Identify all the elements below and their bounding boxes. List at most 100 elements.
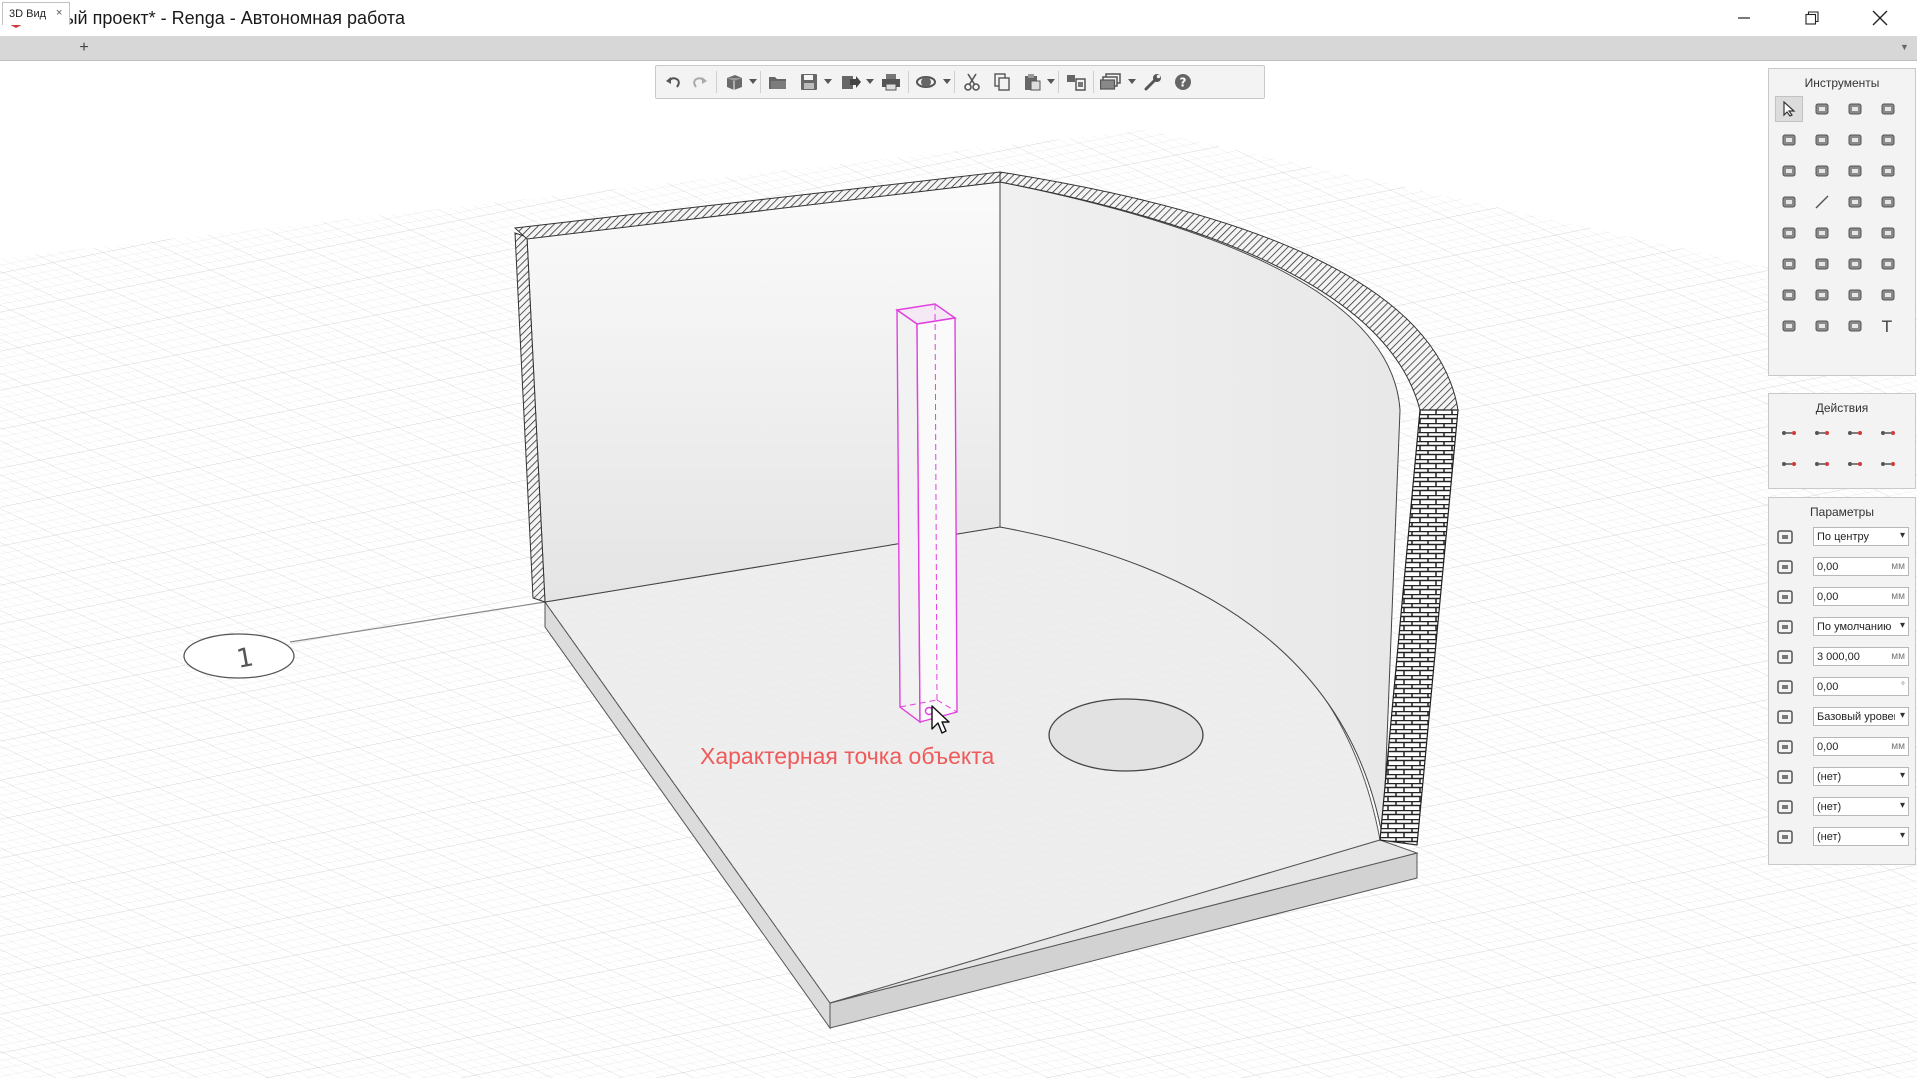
column-selected[interactable] xyxy=(895,303,958,724)
export-button[interactable] xyxy=(838,70,864,94)
action-rotate[interactable] xyxy=(1775,451,1803,477)
param-select[interactable]: Базовый уровень ▾ xyxy=(1813,707,1909,726)
cut-button[interactable] xyxy=(959,70,985,94)
paste-button[interactable] xyxy=(1019,70,1045,94)
material-icon xyxy=(1777,770,1793,784)
chevron-down-icon[interactable] xyxy=(749,78,757,86)
tab-3d-view[interactable]: 3D Вид × xyxy=(2,2,70,25)
tab-list-chevron-icon[interactable]: ▼ xyxy=(1900,42,1909,52)
undo-button[interactable] xyxy=(660,70,686,94)
chevron-down-icon[interactable] xyxy=(866,78,874,86)
tool-electric[interactable] xyxy=(1841,251,1869,277)
chevron-down-icon[interactable] xyxy=(824,78,832,86)
layers-button[interactable] xyxy=(1098,70,1124,94)
param-select[interactable]: По умолчанию ▾ xyxy=(1813,617,1909,636)
route-icon xyxy=(1881,258,1895,270)
param-value: Базовый уровень xyxy=(1817,711,1895,723)
help-button[interactable]: ? xyxy=(1170,70,1196,94)
settings-button[interactable] xyxy=(1140,70,1166,94)
copy-button[interactable] xyxy=(989,70,1015,94)
tool-dimension[interactable] xyxy=(1775,313,1803,339)
orbit-button[interactable] xyxy=(913,70,939,94)
floor-opening[interactable] xyxy=(1048,698,1204,772)
tool-plumbing[interactable] xyxy=(1841,189,1869,215)
tool-fixture[interactable] xyxy=(1808,220,1836,246)
tool-equipment[interactable] xyxy=(1775,220,1803,246)
tool-duct[interactable] xyxy=(1874,189,1902,215)
tool-room[interactable] xyxy=(1841,96,1869,122)
tool-stair[interactable] xyxy=(1775,158,1803,184)
chevron-down-icon[interactable] xyxy=(1047,78,1055,86)
tool-beam[interactable] xyxy=(1775,127,1803,153)
tool-line[interactable] xyxy=(1808,189,1836,215)
tool-route[interactable] xyxy=(1874,251,1902,277)
tool-air-device[interactable] xyxy=(1808,251,1836,277)
actions-panel-title: Действия xyxy=(1815,401,1869,415)
visibility-button[interactable] xyxy=(1063,70,1089,94)
param-select[interactable]: По центру ▾ xyxy=(1813,527,1909,546)
tool-pipe-fitting[interactable] xyxy=(1841,220,1869,246)
close-button[interactable] xyxy=(1846,0,1914,36)
action-paint[interactable] xyxy=(1841,451,1869,477)
tool-text[interactable]: T xyxy=(1874,313,1902,339)
action-align[interactable] xyxy=(1874,451,1902,477)
open-button[interactable] xyxy=(765,70,791,94)
tool-pipe[interactable] xyxy=(1775,251,1803,277)
save-button[interactable] xyxy=(796,70,822,94)
param-value: 0,00 xyxy=(1817,681,1839,693)
tool-group[interactable] xyxy=(1808,96,1836,122)
param-input[interactable]: 3 000,00 мм xyxy=(1813,647,1909,666)
window-title: Новый проект* - Renga - Автономная работ… xyxy=(32,8,405,28)
redo-icon xyxy=(693,77,707,88)
action-scale[interactable] xyxy=(1808,451,1836,477)
tool-select[interactable] xyxy=(1775,96,1803,122)
move-icon xyxy=(1782,431,1796,435)
line-icon xyxy=(1815,195,1829,209)
chevron-down-icon[interactable] xyxy=(943,78,951,86)
tool-ramp[interactable] xyxy=(1808,158,1836,184)
action-mirror[interactable] xyxy=(1874,420,1902,446)
tool-wall-segment[interactable] xyxy=(1874,127,1902,153)
duct-icon xyxy=(1881,196,1895,208)
param-input[interactable]: 0,00 ° xyxy=(1813,677,1909,696)
minimize-button[interactable] xyxy=(1710,0,1778,36)
tool-roof[interactable] xyxy=(1841,127,1869,153)
view-cube-button[interactable] xyxy=(721,70,747,94)
add-tab-button[interactable]: + xyxy=(76,38,92,58)
tool-hatch[interactable] xyxy=(1841,313,1869,339)
scale-icon xyxy=(1815,462,1829,466)
param-input[interactable]: 0,00 мм xyxy=(1813,557,1909,576)
param-select[interactable]: (нет) ▾ xyxy=(1813,797,1909,816)
param-input[interactable]: 0,00 мм xyxy=(1813,737,1909,756)
action-split[interactable] xyxy=(1841,420,1869,446)
redo-button[interactable] xyxy=(687,70,713,94)
tool-column[interactable] xyxy=(1874,96,1902,122)
tool-lighting[interactable] xyxy=(1775,282,1803,308)
tool-door[interactable] xyxy=(1841,158,1869,184)
param-value: (нет) xyxy=(1817,831,1842,843)
action-copy-array[interactable] xyxy=(1808,420,1836,446)
chevron-down-icon: ▾ xyxy=(1899,770,1905,781)
tool-cable[interactable] xyxy=(1841,282,1869,308)
param-input[interactable]: 0,00 мм xyxy=(1813,587,1909,606)
tool-electric-panel[interactable] xyxy=(1808,282,1836,308)
tool-window[interactable] xyxy=(1874,158,1902,184)
tool-railing[interactable] xyxy=(1775,189,1803,215)
param-row: (нет) ▾ xyxy=(1773,794,1911,820)
print-button[interactable] xyxy=(878,70,904,94)
param-unit: мм xyxy=(1891,591,1905,602)
action-move[interactable] xyxy=(1775,420,1803,446)
tool-mechanical[interactable] xyxy=(1874,282,1902,308)
restore-button[interactable] xyxy=(1778,0,1846,36)
mirror-icon xyxy=(1881,431,1895,435)
3d-viewport[interactable]: 1 xyxy=(0,61,1917,1078)
tool-slab[interactable] xyxy=(1808,127,1836,153)
tool-duct-fitting[interactable] xyxy=(1874,220,1902,246)
param-select[interactable]: (нет) ▾ xyxy=(1813,767,1909,786)
chevron-down-icon: ▾ xyxy=(1899,710,1905,721)
tool-elevation-mark[interactable] xyxy=(1808,313,1836,339)
param-select[interactable]: (нет) ▾ xyxy=(1813,827,1909,846)
chevron-down-icon[interactable] xyxy=(1128,78,1136,86)
main-toolbar: ? xyxy=(655,65,1265,99)
tab-close-icon[interactable]: × xyxy=(56,7,62,19)
